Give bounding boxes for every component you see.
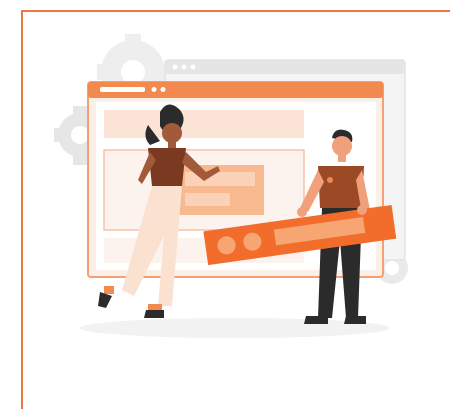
hand <box>297 207 307 217</box>
ground-shadow <box>80 318 390 338</box>
layout-block <box>172 165 264 215</box>
hand <box>357 205 367 215</box>
gear-hole <box>121 60 145 84</box>
team-building-website-illustration <box>54 34 408 338</box>
gear-hole <box>71 126 89 144</box>
gear-hole <box>385 261 399 275</box>
